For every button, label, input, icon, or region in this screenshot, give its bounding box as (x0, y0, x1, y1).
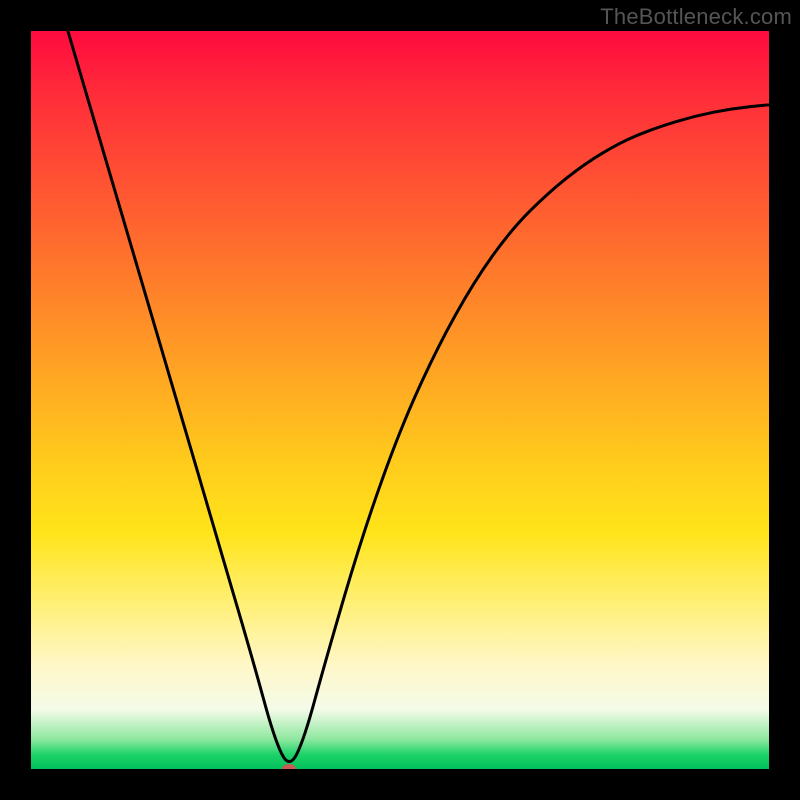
curve-layer (31, 31, 769, 769)
min-marker (282, 764, 296, 769)
watermark-label: TheBottleneck.com (600, 4, 792, 30)
curve-path (68, 31, 769, 762)
plot-area (31, 31, 769, 769)
chart-frame: TheBottleneck.com (0, 0, 800, 800)
